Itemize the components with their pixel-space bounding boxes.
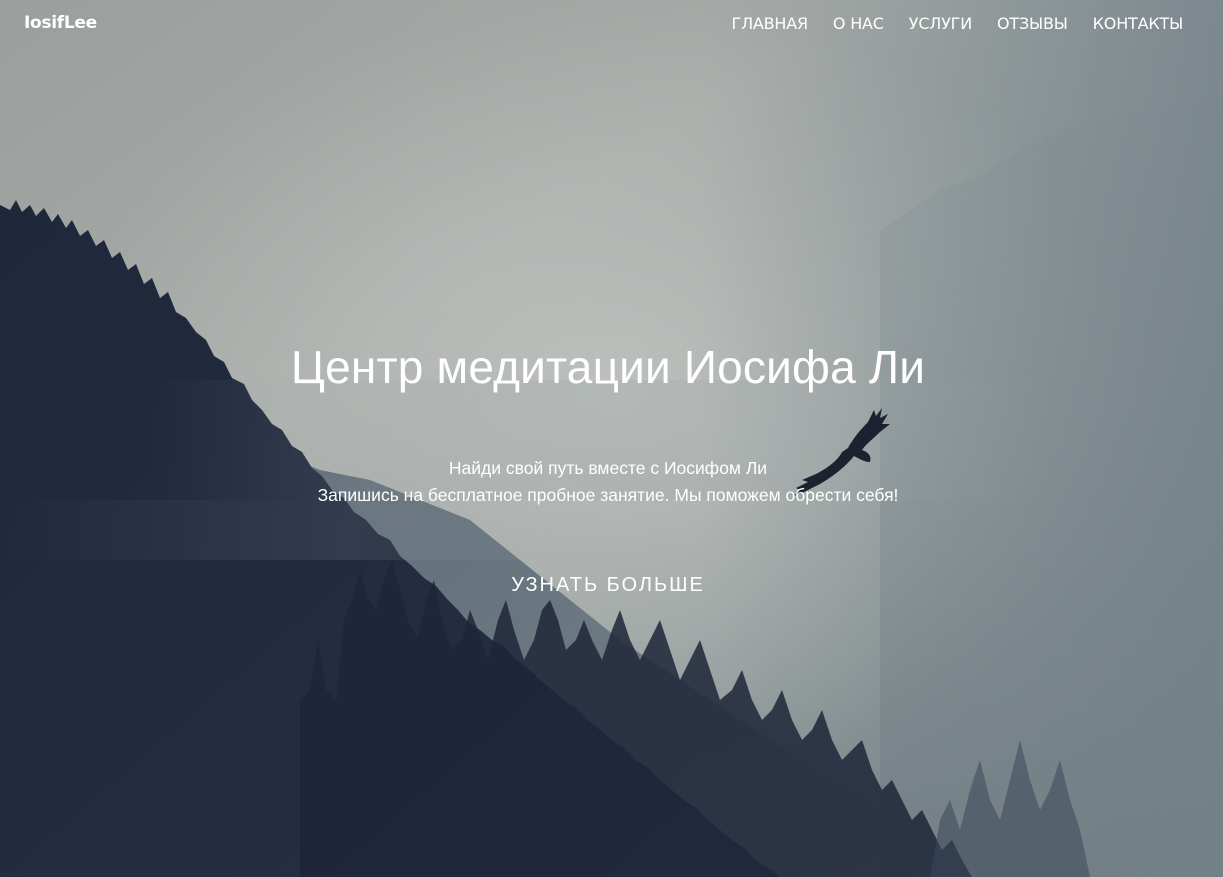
hero-section: IosifLee ГЛАВНАЯ О НАС УСЛУГИ ОТЗЫВЫ КОН… bbox=[0, 0, 1223, 877]
brand-logo[interactable]: IosifLee bbox=[24, 13, 97, 33]
nav-menu: ГЛАВНАЯ О НАС УСЛУГИ ОТЗЫВЫ КОНТАКТЫ bbox=[707, 14, 1184, 34]
hero-subtitle-line-1: Найди свой путь вместе с Иосифом Ли bbox=[448, 458, 768, 478]
hero-title: Центр медитации Иосифа Ли bbox=[290, 341, 926, 393]
nav-item-home: ГЛАВНАЯ bbox=[732, 14, 809, 34]
top-navbar: IosifLee ГЛАВНАЯ О НАС УСЛУГИ ОТЗЫВЫ КОН… bbox=[0, 0, 1223, 48]
nav-link-services[interactable]: УСЛУГИ bbox=[909, 14, 972, 33]
nav-link-contacts[interactable]: КОНТАКТЫ bbox=[1093, 14, 1184, 33]
misty-forest-background bbox=[0, 0, 1223, 877]
nav-item-about: О НАС bbox=[833, 14, 884, 34]
nav-item-contacts: КОНТАКТЫ bbox=[1093, 14, 1184, 34]
nav-item-services: УСЛУГИ bbox=[909, 14, 972, 34]
hero-cta-wrapper: УЗНАТЬ БОЛЬШЕ bbox=[0, 574, 1216, 597]
nav-link-about[interactable]: О НАС bbox=[833, 14, 884, 33]
learn-more-button[interactable]: УЗНАТЬ БОЛЬШЕ bbox=[511, 574, 705, 596]
nav-item-reviews: ОТЗЫВЫ bbox=[997, 14, 1068, 34]
hero-subtitle-line-2: Запишись на бесплатное пробное занятие. … bbox=[317, 485, 899, 505]
nav-link-home[interactable]: ГЛАВНАЯ bbox=[732, 14, 809, 33]
nav-link-reviews[interactable]: ОТЗЫВЫ bbox=[997, 14, 1068, 33]
hero-subtitle: Найди свой путь вместе с Иосифом Ли Запи… bbox=[0, 455, 1216, 509]
